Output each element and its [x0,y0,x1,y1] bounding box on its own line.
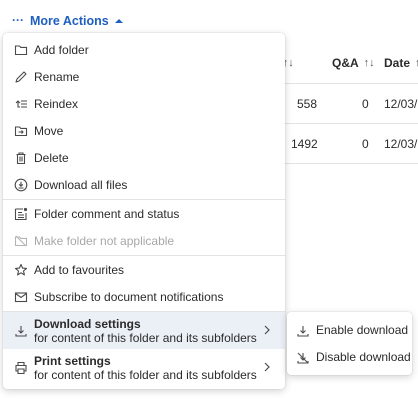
trash-icon [14,151,28,165]
menu-item-move[interactable]: Move [3,117,285,144]
star-icon [14,263,28,277]
cell-qa: 0 [362,137,369,151]
move-folder-icon [14,124,28,138]
envelope-icon [14,290,28,304]
download-settings-submenu: Enable download Disable download [287,312,412,375]
menu-item-reindex[interactable]: Reindex [3,90,285,117]
menu-item-rename[interactable]: Rename [3,63,285,90]
cell-date: 12/03/ [384,97,418,111]
more-actions-button[interactable]: ··· More Actions [12,13,123,29]
row-divider [280,83,418,84]
printer-icon [14,361,28,375]
chevron-right-icon [262,360,272,372]
menu-item-download-all-files[interactable]: Download all files [3,171,285,198]
more-actions-menu: Add folder Rename Reindex Move Delete Do… [3,33,285,389]
not-applicable-icon [14,234,28,248]
download-icon [296,324,310,338]
cell-pages: 1492 [291,137,318,151]
menu-item-download-settings[interactable]: Download settings for content of this fo… [3,312,285,349]
menu-item-make-not-applicable: Make folder not applicable [3,227,285,254]
menu-item-add-folder[interactable]: Add folder [3,36,285,63]
download-circle-icon [14,178,28,192]
row-divider [280,163,418,164]
column-header-qa[interactable]: Q&A ↑↓ [332,56,375,70]
more-actions-label: More Actions [30,14,109,28]
chevron-right-icon [262,323,272,335]
menu-item-add-favourites[interactable]: Add to favourites [3,256,285,283]
row-divider [280,123,418,124]
menu-item-print-settings[interactable]: Print settings for content of this folde… [3,349,285,386]
menu-item-subscribe-notifications[interactable]: Subscribe to document notifications [3,283,285,310]
comment-status-icon [14,207,28,221]
column-header-date[interactable]: Date ↑ [384,56,418,70]
cell-pages: 558 [297,97,318,111]
pencil-icon [14,70,28,84]
cell-qa: 0 [362,97,369,111]
menu-item-delete[interactable]: Delete [3,144,285,171]
folder-icon [14,43,28,57]
submenu-item-disable-download[interactable]: Disable download [287,344,412,371]
cell-date: 12/03/ [384,137,418,151]
submenu-item-enable-download[interactable]: Enable download [287,317,412,344]
download-disabled-icon [296,351,310,365]
menu-item-folder-comment-status[interactable]: Folder comment and status [3,200,285,227]
sort-icon: ↑↓ [363,57,375,69]
reindex-icon [14,97,28,111]
more-dots-icon: ··· [12,13,24,27]
caret-up-icon [114,18,123,24]
download-icon [14,324,28,338]
